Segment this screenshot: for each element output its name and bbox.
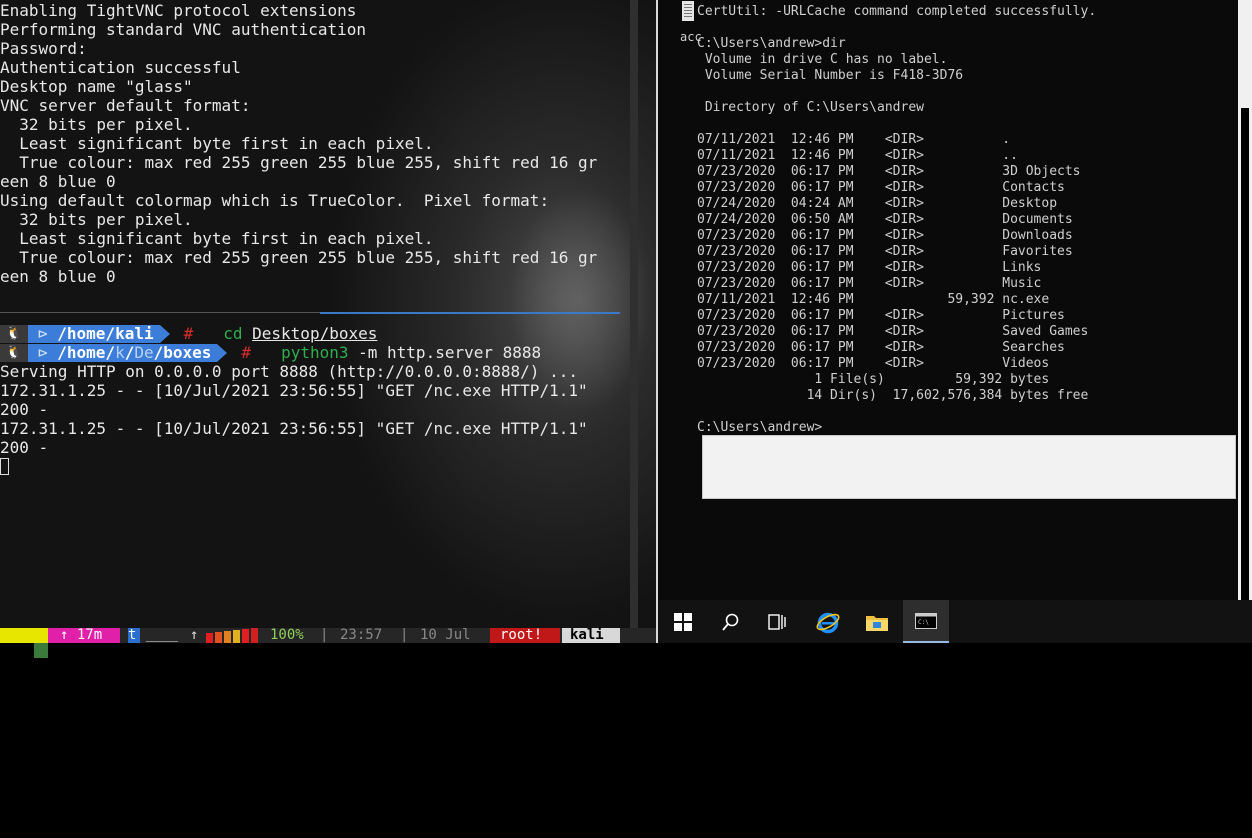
search-icon[interactable]: [708, 600, 754, 643]
volume-label-line: Volume in drive C has no label.: [697, 52, 948, 67]
linux-penguin-icon: 🐧: [0, 324, 28, 343]
output-line: 07/11/2021 12:46 PM <DIR> .: [697, 132, 1011, 147]
status-window[interactable]: t: [128, 628, 140, 643]
dirs-summary: 14 Dir(s) 17,602,576,384 bytes free: [697, 388, 1089, 403]
output-line: 07/23/2020 06:17 PM <DIR> Music: [697, 276, 1042, 291]
output-line: Enabling TightVNC protocol extensions: [0, 1, 357, 20]
blank-window-panel[interactable]: [702, 435, 1236, 499]
output-line: 07/23/2020 06:17 PM <DIR> Favorites: [697, 244, 1073, 259]
output-line: 07/11/2021 12:46 PM 59,392 nc.exe: [697, 292, 1050, 307]
output-line: 200 -: [0, 438, 49, 457]
document-icon: [682, 1, 694, 21]
output-line: 07/11/2021 12:46 PM <DIR> ..: [697, 148, 1018, 163]
pane-divider-horizontal: [0, 312, 320, 313]
kali-terminal[interactable]: Enabling TightVNC protocol extensions Per…: [0, 0, 656, 643]
output-line: True colour: max red 255 green 255 blue …: [0, 153, 598, 172]
output-line: Serving HTTP on 0.0.0.0 port 8888 (http:…: [0, 362, 578, 381]
output-line: Password:: [0, 39, 87, 58]
output-line: 172.31.1.25 - - [10/Jul/2021 23:56:55] "…: [0, 419, 588, 438]
prompt-path: ⊳ /home/k / De / boxes: [28, 343, 218, 362]
output-line: een 8 blue 0: [0, 172, 116, 191]
windows-taskbar: C:\: [658, 600, 1252, 643]
battery-bars: [206, 628, 266, 643]
output-line: 07/23/2020 06:17 PM <DIR> Downloads: [697, 228, 1073, 243]
command-arguments: -m http.server 8888: [348, 343, 542, 362]
output-line: 32 bits per pixel.: [0, 210, 193, 229]
status-time: 23:57: [340, 627, 383, 643]
output-line: 07/24/2020 06:50 AM <DIR> Documents: [697, 212, 1073, 227]
prompt-line-1: 🐧 ⊳ /home/kali # cd Desktop/boxes: [0, 324, 377, 343]
status-battery: 100%: [270, 627, 304, 643]
output-line: Authentication successful: [0, 58, 241, 77]
output-line: Using default colormap which is TrueColo…: [0, 191, 550, 210]
linux-penguin-icon: 🐧: [0, 343, 28, 362]
windows-start-icon[interactable]: [660, 600, 706, 643]
status-host: kali: [562, 628, 620, 643]
pane-divider-active: [320, 312, 620, 314]
output-line: 07/23/2020 06:17 PM <DIR> Contacts: [697, 180, 1065, 195]
output-line: 07/23/2020 06:17 PM <DIR> Pictures: [697, 308, 1065, 323]
status-load-arrow: ↑: [190, 627, 199, 643]
prompt-hash: #: [183, 324, 194, 343]
cmd-prompt-final[interactable]: C:\Users\andrew>: [697, 420, 822, 436]
status-user: root!: [490, 628, 560, 643]
output-line: 07/23/2020 06:17 PM <DIR> Links: [697, 260, 1042, 275]
command-name: cd: [223, 324, 243, 343]
file-explorer-icon[interactable]: [854, 600, 900, 643]
files-summary: 1 File(s) 59,392 bytes: [697, 372, 1050, 387]
command-name: python3: [281, 343, 349, 362]
output-line: 200 -: [0, 400, 49, 419]
scrollbar-thumb[interactable]: [1241, 108, 1249, 600]
output-line: een 8 blue 0: [0, 267, 116, 286]
tmux-status-bar: 0 ↑ 17m t ↑ 100% | 23:57 | 10 Jul root! …: [0, 627, 656, 662]
terminal-cursor[interactable]: [0, 458, 9, 475]
prompt-hash: #: [241, 343, 252, 362]
status-date: 10 Jul: [420, 627, 471, 643]
svg-text:C:\: C:\: [918, 619, 929, 626]
prompt-line-2: 🐧 ⊳ /home/k / De / boxes # python3 -m http.s…: [0, 343, 541, 362]
volume-serial-line: Volume Serial Number is F418-3D76: [697, 68, 964, 83]
output-line: VNC server default format:: [0, 96, 251, 115]
output-line: Least significant byte first in each pix…: [0, 134, 434, 153]
output-line: 172.31.1.25 - - [10/Jul/2021 23:56:55] "…: [0, 381, 588, 400]
output-line: True colour: max red 255 green 255 blue …: [0, 248, 598, 267]
status-uptime: ↑ 17m: [48, 628, 120, 643]
internet-explorer-icon[interactable]: [805, 600, 851, 643]
output-line: 07/23/2020 06:17 PM <DIR> Searches: [697, 340, 1065, 355]
task-view-icon[interactable]: [755, 600, 801, 643]
certutil-output: CertUtil: -URLCache command completed su…: [697, 4, 1097, 19]
wallpaper-face: [470, 0, 656, 628]
output-line: 07/23/2020 06:17 PM <DIR> 3D Objects: [697, 164, 1081, 179]
console-scrollbar[interactable]: [1238, 0, 1252, 600]
output-line: Least significant byte first in each pix…: [0, 229, 434, 248]
prompt-path: ⊳ /home/kali: [28, 324, 160, 343]
pane-divider-vertical[interactable]: [630, 0, 638, 628]
output-line: 07/23/2020 06:17 PM <DIR> Saved Games: [697, 324, 1089, 339]
directory-of-line: Directory of C:\Users\andrew: [697, 100, 924, 115]
output-line: 32 bits per pixel.: [0, 115, 193, 134]
output-line: Performing standard VNC authentication: [0, 20, 367, 39]
output-line: 07/23/2020 06:17 PM <DIR> Videos: [697, 356, 1050, 371]
status-session[interactable]: 0: [0, 628, 65, 662]
output-line: 07/24/2020 04:24 AM <DIR> Desktop: [697, 196, 1058, 211]
cmd-icon[interactable]: C:\: [903, 600, 949, 643]
cmd-prompt-dir: C:\Users\andrew>dir: [697, 36, 846, 51]
command-argument: Desktop/boxes: [252, 324, 378, 343]
output-line: Desktop name "glass": [0, 77, 193, 96]
